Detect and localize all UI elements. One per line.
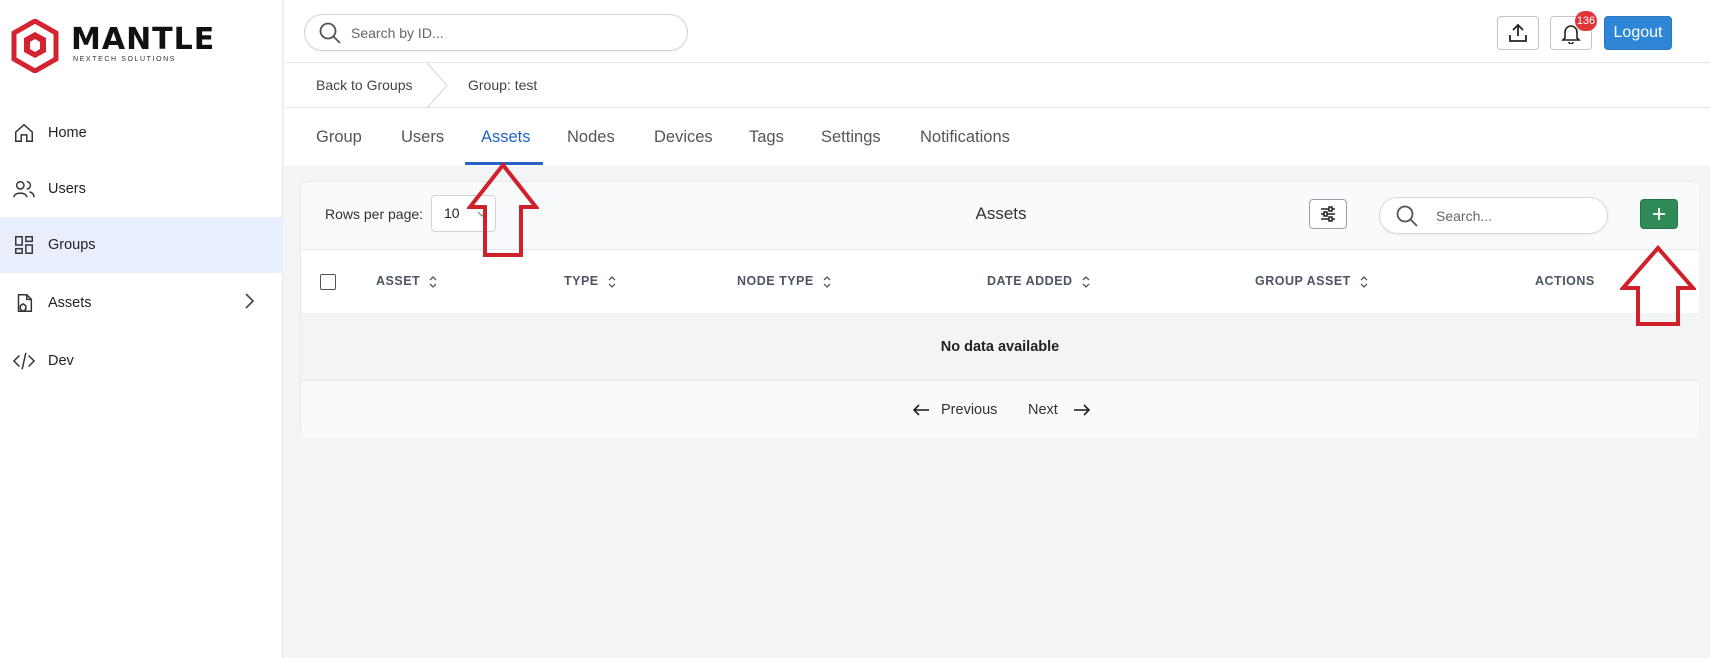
arrow-right-icon (1073, 403, 1090, 416)
tab-devices[interactable]: Devices (654, 108, 713, 166)
sort-icon (429, 275, 437, 288)
table-header: ASSET TYPE NODE TYPE DATE ADDED GROUP AS… (301, 250, 1699, 381)
add-asset-button[interactable] (1640, 199, 1678, 229)
pagination: Previous Next (301, 381, 1699, 438)
upload-button[interactable] (1497, 16, 1539, 50)
column-header-actions: ACTIONS (1535, 274, 1595, 288)
sort-icon (1360, 275, 1368, 288)
group-tabs: Group Users Assets Nodes Devices Tags Se… (284, 108, 1710, 166)
table-title: Assets (975, 204, 1027, 223)
notification-count-badge: 136 (1575, 11, 1597, 31)
plus-icon (1653, 208, 1665, 220)
sidebar-item-label: Home (48, 125, 87, 141)
next-page-button[interactable]: Next (1028, 381, 1092, 438)
column-settings-button[interactable] (1309, 199, 1347, 229)
sidebar-nav: Home Users Groups Assets Dev (0, 105, 283, 389)
previous-label: Previous (941, 401, 998, 418)
back-to-groups-link[interactable]: Back to Groups (316, 63, 413, 108)
top-bar: 136 Logout (284, 0, 1710, 63)
sidebar-item-dev[interactable]: Dev (0, 333, 283, 389)
select-all-checkbox[interactable] (320, 274, 336, 290)
sort-icon (1082, 275, 1090, 288)
tab-notifications[interactable]: Notifications (920, 108, 1010, 166)
sidebar-item-users[interactable]: Users (0, 161, 283, 217)
table-search-input[interactable] (1436, 207, 1586, 224)
sidebar-item-label: Groups (48, 237, 96, 253)
home-icon (12, 121, 36, 145)
sort-icon (608, 275, 616, 288)
logo-text: MANTLE (71, 22, 216, 57)
column-header-type[interactable]: TYPE (564, 250, 617, 313)
sidebar-item-label: Dev (48, 353, 74, 369)
empty-state-message: No data available (301, 313, 1699, 381)
sidebar-item-label: Users (48, 181, 86, 197)
breadcrumb: Back to Groups Group: test (284, 63, 1710, 108)
upload-icon (1509, 23, 1527, 42)
search-icon (1396, 205, 1418, 227)
arrow-left-icon (912, 403, 929, 416)
assets-icon (12, 291, 36, 315)
annotation-arrow-up-icon (1620, 245, 1696, 326)
sidebar-item-groups[interactable]: Groups (0, 217, 283, 273)
previous-page-button[interactable]: Previous (911, 381, 997, 438)
tab-settings[interactable]: Settings (821, 108, 881, 166)
tab-group[interactable]: Group (316, 108, 362, 166)
logout-button[interactable]: Logout (1604, 16, 1672, 50)
column-header-node-type[interactable]: NODE TYPE (737, 250, 832, 313)
sidebar: MANTLE NEXTECH SOLUTIONS Home Users Grou… (0, 0, 283, 658)
mantle-logo[interactable]: MANTLE NEXTECH SOLUTIONS (11, 19, 214, 73)
id-search-box[interactable] (304, 14, 688, 51)
tab-tags[interactable]: Tags (749, 108, 784, 166)
breadcrumb-current: Group: test (468, 77, 538, 93)
sidebar-item-home[interactable]: Home (0, 105, 283, 161)
rows-per-page-label: Rows per page: (325, 206, 424, 222)
rows-per-page-value: 10 (444, 205, 460, 221)
tab-users[interactable]: Users (401, 108, 444, 166)
column-header-asset[interactable]: ASSET (376, 250, 438, 313)
sliders-icon (1321, 206, 1335, 222)
search-icon (319, 22, 341, 44)
table-search-box[interactable] (1379, 197, 1608, 234)
groups-icon (12, 233, 36, 257)
breadcrumb-separator (426, 63, 448, 108)
logo-subtext: NEXTECH SOLUTIONS (73, 56, 177, 63)
tab-assets[interactable]: Assets (481, 108, 531, 166)
annotation-arrow-up-icon (467, 162, 539, 257)
users-icon (12, 177, 36, 201)
logo-mark-icon (11, 19, 59, 73)
sidebar-item-label: Assets (48, 295, 92, 311)
next-label: Next (1028, 401, 1058, 418)
column-header-group-asset[interactable]: GROUP ASSET (1255, 250, 1369, 313)
id-search-input[interactable] (351, 24, 651, 41)
column-header-date-added[interactable]: DATE ADDED (987, 250, 1091, 313)
sort-icon (823, 275, 831, 288)
tab-nodes[interactable]: Nodes (567, 108, 615, 166)
chevron-right-icon[interactable] (239, 291, 259, 311)
code-icon (12, 349, 36, 373)
sidebar-item-assets[interactable]: Assets (0, 273, 283, 333)
